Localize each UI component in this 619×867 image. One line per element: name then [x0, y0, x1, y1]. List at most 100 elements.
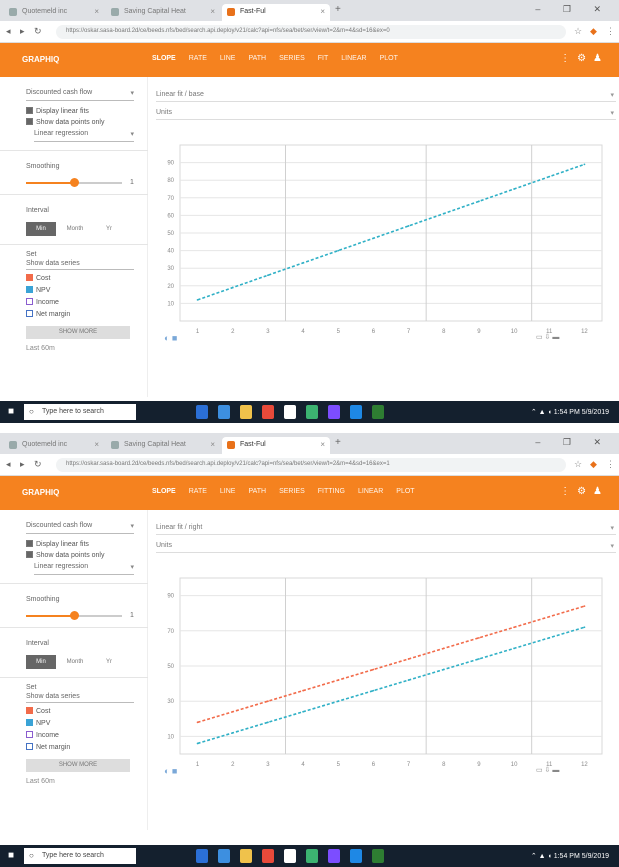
data-point[interactable] — [407, 658, 410, 660]
close-icon[interactable]: × — [210, 7, 215, 16]
window-controls[interactable]: – ❐ ✕ — [535, 4, 611, 15]
forward-icon[interactable]: ▸ — [20, 459, 25, 470]
clock-date[interactable]: 5/9/2019 — [582, 853, 609, 860]
data-point[interactable] — [513, 188, 515, 190]
windows-start-icon[interactable]: ■ — [8, 406, 19, 417]
edge-icon[interactable] — [218, 405, 230, 419]
data-point[interactable] — [372, 237, 375, 240]
menu-item[interactable]: LINEAR — [341, 55, 366, 62]
folder-icon[interactable] — [240, 849, 252, 863]
data-point[interactable] — [372, 689, 375, 692]
tray-icons[interactable]: ⌃ ▲ ◖ — [531, 853, 554, 860]
interval-option[interactable]: Min — [26, 222, 56, 236]
browser-tab[interactable]: Quotemeld inc × — [4, 437, 104, 454]
menu-item[interactable]: PLOT — [396, 488, 414, 495]
reload-icon[interactable]: ↻ — [34, 459, 42, 470]
menu-item[interactable]: LINE — [220, 488, 236, 495]
smoothing-slider[interactable]: 1 — [26, 611, 134, 620]
windows-start-icon[interactable]: ■ — [8, 850, 19, 861]
taskbar-search[interactable]: ○ Type here to search — [24, 404, 136, 420]
back-icon[interactable]: ◂ — [6, 26, 11, 37]
units-select[interactable]: Units ▾ — [156, 105, 616, 120]
star-icon[interactable]: ☆ — [574, 26, 582, 37]
data-point[interactable] — [267, 721, 269, 724]
legend-item[interactable]: Cost — [26, 707, 147, 715]
word-icon[interactable] — [350, 405, 362, 419]
menu-item[interactable]: SERIES — [279, 55, 305, 62]
export-icon[interactable]: ▭ ⇩ ▬ — [536, 766, 559, 774]
model-select[interactable]: Linear regression ▾ — [34, 126, 134, 142]
data-point[interactable] — [267, 274, 269, 277]
show-more-button[interactable]: SHOW MORE — [26, 326, 130, 339]
data-point[interactable] — [513, 626, 515, 629]
taskview-icon[interactable] — [196, 849, 208, 863]
dataset-select[interactable]: Discounted cash flow ▾ — [26, 518, 134, 534]
data-point[interactable] — [302, 262, 304, 264]
menu-item[interactable]: LINE — [220, 55, 236, 62]
url-field[interactable]: https://oskar.sasa-board.2d/ce/beeds.nfs… — [56, 25, 566, 39]
checkbox-data-points[interactable]: Show data points only — [26, 118, 147, 126]
app-icon[interactable] — [328, 849, 340, 863]
data-point[interactable] — [548, 636, 551, 639]
account-icon[interactable]: ♟ — [593, 486, 609, 497]
settings-icon[interactable]: ⚙ — [577, 53, 593, 64]
interval-option[interactable]: Month — [60, 655, 90, 669]
interval-option[interactable]: Yr — [94, 655, 124, 669]
menu-item[interactable]: SLOPE — [152, 488, 176, 495]
data-point[interactable] — [196, 721, 199, 724]
extension-icon[interactable]: ◆ — [590, 26, 597, 37]
clock-date[interactable]: 5/9/2019 — [582, 409, 609, 416]
app-brand[interactable]: GRAPHIQ — [22, 488, 59, 497]
data-point[interactable] — [196, 298, 199, 301]
browser-tab-active[interactable]: Fast-Ful × — [222, 4, 330, 21]
smoothing-slider[interactable]: 1 — [26, 178, 134, 187]
model-select[interactable]: Linear regression ▾ — [34, 559, 134, 575]
kebab-menu-icon[interactable]: ⋮ — [606, 26, 615, 37]
star-icon[interactable]: ☆ — [574, 459, 582, 470]
checkbox-linear-fits[interactable]: Display linear fits — [26, 540, 147, 548]
app-brand[interactable]: GRAPHIQ — [22, 55, 59, 64]
fit-select[interactable]: Linear fit / base ▾ — [156, 87, 616, 102]
slider-knob[interactable] — [70, 611, 79, 620]
data-point[interactable] — [407, 679, 410, 681]
menu-item[interactable]: RATE — [189, 488, 207, 495]
chrome-icon[interactable] — [306, 405, 318, 419]
dataset-select[interactable]: Discounted cash flow ▾ — [26, 85, 134, 101]
legend-item[interactable]: Income — [26, 298, 147, 306]
checkbox-linear-fits[interactable]: Display linear fits — [26, 107, 147, 115]
edge-icon[interactable] — [218, 849, 230, 863]
clock-time[interactable]: 1:54 PM — [554, 409, 580, 416]
menu-item[interactable]: LINEAR — [358, 488, 383, 495]
legend-item[interactable]: NPV — [26, 286, 147, 294]
word-icon[interactable] — [350, 849, 362, 863]
data-point[interactable] — [442, 668, 445, 671]
chart-toggle-icon[interactable]: ◐ ■ — [164, 766, 177, 776]
data-point[interactable] — [513, 647, 515, 650]
menu-item[interactable]: FIT — [318, 55, 329, 62]
export-icon[interactable]: ▭ ⇩ ▬ — [536, 333, 559, 341]
menu-item[interactable]: SLOPE — [152, 55, 176, 62]
interval-option[interactable]: Yr — [94, 222, 124, 236]
new-tab-icon[interactable]: + — [335, 437, 341, 448]
menu-item[interactable]: PLOT — [380, 55, 398, 62]
store-icon[interactable] — [284, 849, 296, 863]
data-point[interactable] — [337, 249, 340, 252]
slider-knob[interactable] — [70, 178, 79, 187]
close-icon[interactable]: × — [320, 7, 325, 16]
office-icon[interactable] — [262, 405, 274, 419]
window-controls[interactable]: – ❐ ✕ — [535, 437, 611, 448]
data-point[interactable] — [196, 742, 199, 745]
close-icon[interactable]: × — [94, 7, 99, 16]
extension-icon[interactable]: ◆ — [590, 459, 597, 470]
legend-item[interactable]: Net margin — [26, 310, 147, 318]
folder-icon[interactable] — [240, 405, 252, 419]
taskbar-search[interactable]: ○ Type here to search — [24, 848, 136, 864]
fit-select[interactable]: Linear fit / right ▾ — [156, 520, 616, 535]
data-point[interactable] — [407, 225, 410, 227]
data-point[interactable] — [478, 200, 480, 203]
new-tab-icon[interactable]: + — [335, 4, 341, 15]
data-point[interactable] — [231, 286, 234, 289]
more-icon[interactable]: ⋮ — [560, 486, 577, 497]
data-point[interactable] — [337, 679, 340, 681]
browser-tab[interactable]: Saving Capital Heat × — [106, 4, 220, 21]
